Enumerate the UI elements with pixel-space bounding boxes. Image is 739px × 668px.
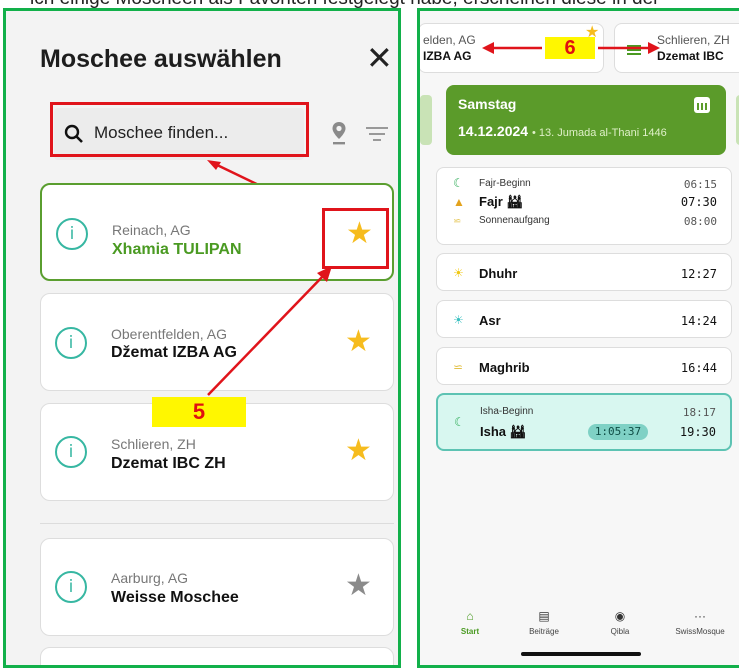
fajr-time: 07:30	[680, 195, 717, 209]
sunset-icon: ⋍	[453, 360, 464, 374]
isha-time: 19:30	[679, 425, 716, 439]
nav-start[interactable]: ⌂ Start	[440, 609, 500, 636]
prayer-name: Maghrib	[479, 360, 530, 375]
dawn-icon: ▲	[453, 195, 465, 209]
mosque-card[interactable]	[40, 647, 394, 665]
isha-card: ☾ Isha-Beginn 18:17 Isha 🕌︎ 1:05:37 19:3…	[436, 393, 732, 451]
fajr-name-text: Fajr	[479, 194, 503, 209]
tab-location: elden, AG	[423, 33, 476, 47]
countdown-badge: 1:05:37	[588, 424, 648, 440]
close-button[interactable]: ✕	[366, 41, 393, 75]
fajr-name: Fajr 🕌︎	[479, 194, 523, 210]
maghrib-card: ⋍ Maghrib 16:44	[436, 347, 732, 385]
weekday: Samstag	[458, 96, 517, 112]
mosque-name: Weisse Moschee	[111, 589, 239, 606]
mosque-location: Schlieren, ZH	[111, 436, 196, 452]
mosque-location: Reinach, AG	[112, 222, 191, 238]
prayer-time: 14:24	[680, 314, 717, 328]
gregorian-date: 14.12.2024	[458, 123, 529, 139]
annotation-label-6: 6	[545, 37, 595, 59]
prayer-times-panel: elden, AG IZBA AG ★ Schlieren, ZH Dzemat…	[417, 8, 739, 668]
prayer-time: 12:27	[680, 267, 717, 281]
day-card: Samstag 14.12.2024 • 13. Jumada al-Thani…	[446, 85, 726, 155]
mosque-name: Dzemat IBC ZH	[111, 455, 226, 472]
nav-label: SwissMosque	[675, 627, 725, 636]
star-icon[interactable]: ★	[345, 327, 372, 357]
previous-day-stub[interactable]	[420, 95, 432, 145]
page-title: Moschee auswählen	[40, 45, 282, 73]
annotation-label-5: 5	[152, 397, 246, 427]
annotation-arrow-6-left	[482, 42, 542, 54]
sun-icon: ☀	[453, 313, 464, 327]
tab-name: Dzemat IBC	[657, 49, 724, 63]
sunrise-label: Sonnenaufgang	[479, 215, 550, 226]
home-indicator	[521, 652, 641, 656]
info-icon[interactable]: i	[55, 436, 87, 468]
tab-name: IZBA AG	[423, 49, 472, 63]
mosque-card[interactable]: i Aarburg, AG Weisse Moschee ★	[40, 538, 394, 636]
mosque-icon: 🕌︎	[506, 194, 523, 209]
nav-label: Beiträge	[529, 627, 559, 636]
dhuhr-card: ☀ Dhuhr 12:27	[436, 253, 732, 291]
isha-begin-time: 18:17	[682, 406, 716, 419]
location-pin-icon[interactable]	[331, 121, 347, 145]
isha-name-text: Isha	[480, 424, 507, 439]
annotation-box-search	[50, 102, 309, 157]
mosque-name: Xhamia TULIPAN	[112, 241, 242, 258]
prayer-name: Dhuhr	[479, 266, 518, 281]
nav-qibla[interactable]: ◉ Qibla	[590, 609, 650, 636]
info-icon[interactable]: i	[55, 327, 87, 359]
mosque-location: Aarburg, AG	[111, 570, 189, 586]
filter-icon[interactable]	[366, 126, 388, 142]
crescent-icon: ☾	[453, 176, 464, 190]
sun-icon: ☀	[453, 266, 464, 280]
annotation-arrow-6-right	[598, 42, 660, 54]
isha-begin-label: Isha-Beginn	[480, 406, 534, 417]
home-icon: ⌂	[466, 609, 474, 623]
star-icon[interactable]: ★	[345, 436, 372, 466]
crescent-star-icon: ☾	[454, 415, 465, 429]
document-icon: ▤	[538, 609, 550, 623]
nav-label: Start	[460, 627, 480, 636]
fajr-begin-time: 06:15	[683, 178, 717, 191]
prayer-name: Asr	[479, 313, 501, 328]
nav-swissmosque[interactable]: ··· SwissMosque	[670, 609, 730, 636]
fajr-card: ☾ Fajr-Beginn 06:15 ▲ Fajr 🕌︎ 07:30 ⋍ So…	[436, 167, 732, 245]
nav-label: Qibla	[610, 627, 630, 636]
compass-icon: ◉	[614, 609, 626, 623]
prayer-time: 16:44	[680, 361, 717, 375]
sunrise-time: 08:00	[683, 215, 717, 228]
tab-location: Schlieren, ZH	[657, 33, 730, 47]
bottom-nav: ⌂ Start ▤ Beiträge ◉ Qibla ··· SwissMosque	[420, 609, 739, 649]
asr-card: ☀ Asr 14:24	[436, 300, 732, 338]
hijri-date: • 13. Jumada al-Thani 1446	[531, 127, 667, 139]
annotation-box-star	[322, 208, 389, 269]
more-icon: ···	[694, 609, 706, 623]
sunrise-icon: ⋍	[453, 216, 462, 227]
mosque-select-panel: Moschee auswählen ✕ Moschee finden... 4 …	[3, 8, 401, 668]
calendar-icon[interactable]	[694, 97, 710, 113]
isha-name: Isha 🕌︎	[480, 424, 526, 440]
info-icon[interactable]: i	[55, 571, 87, 603]
mosque-icon: 🕌︎	[509, 424, 527, 439]
annotation-arrow-5	[207, 266, 332, 396]
star-outline-icon[interactable]: ★	[345, 571, 372, 601]
info-icon[interactable]: i	[56, 218, 88, 250]
nav-beitraege[interactable]: ▤ Beiträge	[514, 609, 574, 636]
divider	[40, 523, 394, 524]
fajr-begin-label: Fajr-Beginn	[479, 178, 531, 189]
date-line: 14.12.2024 • 13. Jumada al-Thani 1446	[458, 123, 667, 139]
